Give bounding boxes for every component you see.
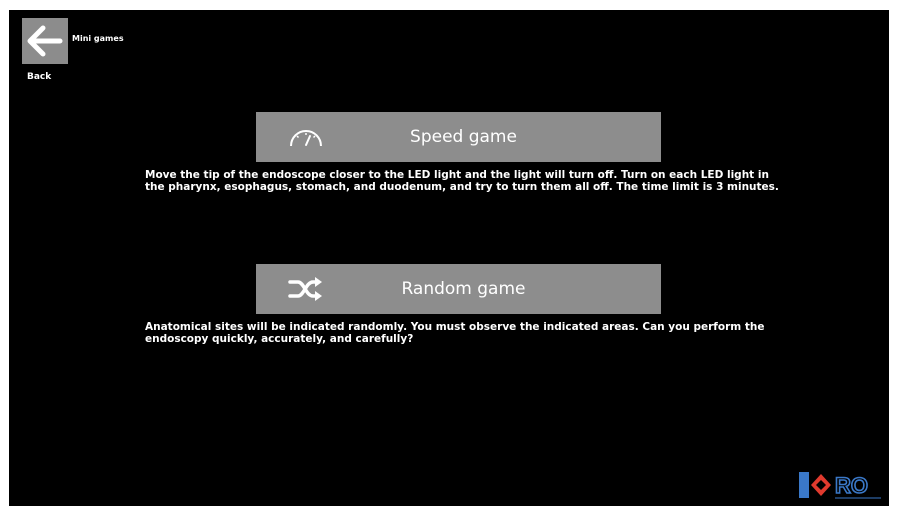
speed-game-label: Speed game <box>410 127 517 147</box>
brand-logo-icon: RO <box>799 472 881 499</box>
page-title: Mini games <box>72 34 124 43</box>
random-game-button[interactable]: Random game <box>256 264 661 314</box>
random-game-label: Random game <box>401 279 526 299</box>
speed-game-description: Move the tip of the endoscope closer to … <box>145 169 779 193</box>
speed-game-button[interactable]: Speed game <box>256 112 661 162</box>
brand-logo-text: RO <box>835 473 868 498</box>
back-button[interactable] <box>22 18 68 64</box>
mini-games-screen: Back Mini games Speed game Move the tip … <box>9 10 889 506</box>
back-label: Back <box>27 72 52 82</box>
random-game-description: Anatomical sites will be indicated rando… <box>145 321 765 345</box>
arrow-left-icon <box>27 25 63 57</box>
brand-logo: RO <box>799 470 883 500</box>
